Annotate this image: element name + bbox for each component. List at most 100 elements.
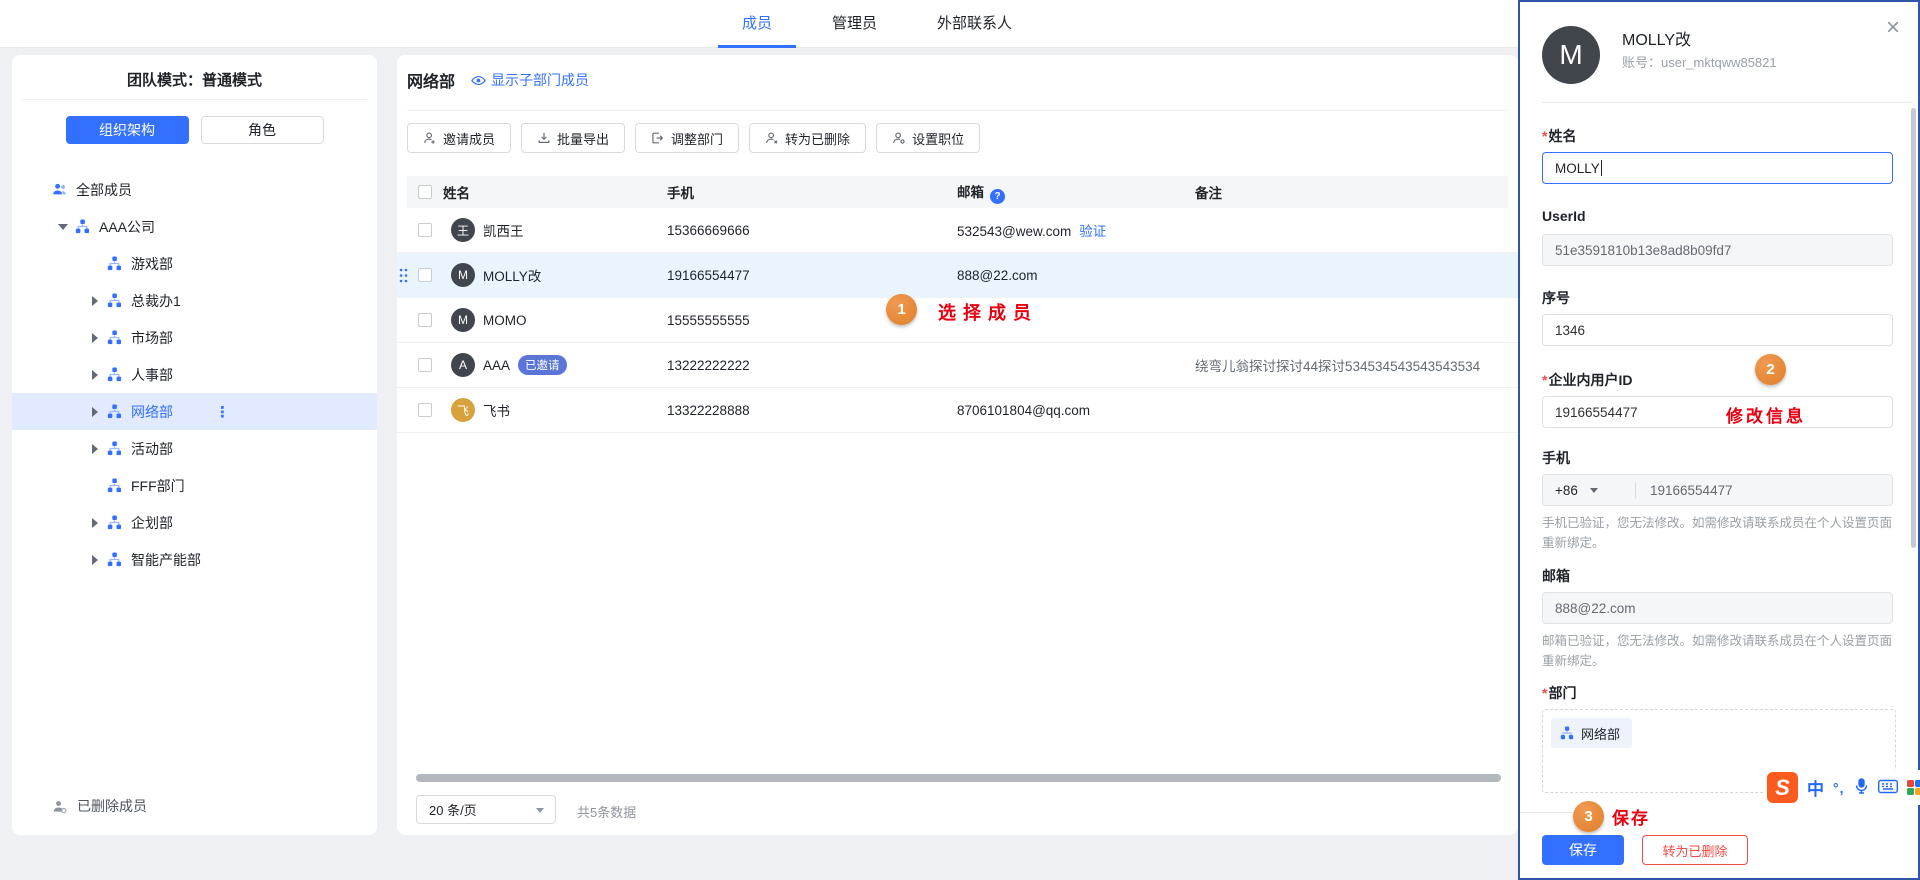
move-to-deleted-button[interactable]: 转为已删除 (749, 123, 866, 153)
table-row[interactable]: 飞 飞书 13322228888 8706101804@qq.com (397, 388, 1518, 433)
divider (1542, 102, 1913, 103)
sidebar-item-label: AAA公司 (99, 217, 155, 237)
close-icon[interactable]: × (1886, 16, 1900, 40)
page-size-select[interactable]: 20 条/页 (416, 795, 556, 824)
sidebar-item-aaa-company[interactable]: AAA公司 (12, 208, 377, 245)
adjust-department-button[interactable]: 调整部门 (635, 123, 739, 153)
org-structure-button[interactable]: 组织架构 (66, 116, 189, 144)
caret-right-icon[interactable] (88, 294, 102, 308)
caret-right-icon[interactable] (88, 368, 102, 382)
select-all-checkbox[interactable] (418, 185, 432, 199)
save-button[interactable]: 保存 (1542, 835, 1624, 865)
sidebar-item-label: 网络部 (131, 402, 173, 422)
sidebar-item-label: 游戏部 (131, 254, 173, 274)
table-row[interactable]: 王 凯西王 15366669666 532543@wew.com验证 (397, 208, 1518, 253)
avatar: A (451, 353, 475, 377)
country-code-select[interactable]: +86 (1555, 483, 1635, 498)
move-out-icon (651, 131, 665, 145)
caret-right-icon[interactable] (88, 405, 102, 419)
batch-export-button[interactable]: 批量导出 (521, 123, 625, 153)
sogou-ime-icon[interactable]: S (1767, 772, 1798, 803)
caret-right-icon[interactable] (88, 516, 102, 530)
ime-menu-grid-icon[interactable] (1907, 780, 1920, 795)
sidebar-item-game-dept[interactable]: 游戏部 (12, 245, 377, 282)
sidebar-item-market-dept[interactable]: 市场部 (12, 319, 377, 356)
seq-label: 序号 (1542, 288, 1893, 306)
sidebar-item-label: 总裁办1 (131, 291, 181, 311)
show-sub-label: 显示子部门成员 (491, 70, 589, 90)
more-actions-icon[interactable]: ⋮ (215, 403, 230, 421)
table-row[interactable]: A AAA 已邀请 13222222222 绕弯儿翁探讨探讨44探讨534534… (397, 343, 1518, 388)
tab-admins[interactable]: 管理员 (832, 0, 877, 48)
email-label: 邮箱 (1542, 566, 1893, 584)
department-icon (1560, 726, 1574, 740)
microphone-icon[interactable] (1854, 778, 1869, 797)
caret-spacer (88, 257, 102, 271)
step-2-label: 修改信息 (1726, 402, 1806, 427)
sidebar-item-activity-dept[interactable]: 活动部 (12, 430, 377, 467)
row-checkbox[interactable] (418, 313, 432, 327)
vertical-scrollbar[interactable] (1911, 108, 1916, 548)
sidebar-item-smart-capacity-dept[interactable]: 智能产能部 (12, 541, 377, 578)
row-checkbox[interactable] (418, 358, 432, 372)
sidebar-item-label: 市场部 (131, 328, 173, 348)
row-checkbox[interactable] (418, 268, 432, 282)
column-name: 姓名 (443, 182, 667, 202)
sidebar-item-label: 人事部 (131, 365, 173, 385)
field-seq: 序号 1346 (1542, 288, 1893, 346)
sidebar-item-president-office[interactable]: 总裁办1 (12, 282, 377, 319)
drag-handle-icon[interactable] (399, 268, 408, 286)
verify-link[interactable]: 验证 (1079, 224, 1106, 239)
table-row-selected[interactable]: M MOLLY改 19166554477 888@22.com (397, 253, 1518, 298)
department-icon (107, 515, 122, 530)
show-sub-department-toggle[interactable]: 显示子部门成员 (471, 70, 589, 90)
step-2-marker: 2 (1755, 354, 1786, 385)
sidebar-item-fff-dept[interactable]: FFF部门 (12, 467, 377, 504)
column-phone: 手机 (667, 182, 957, 202)
phone-label: 手机 (1542, 448, 1893, 466)
sidebar-item-planning-dept[interactable]: 企划部 (12, 504, 377, 541)
sidebar-item-network-dept[interactable]: 网络部 ⋮ (12, 393, 377, 430)
deleted-member-icon (52, 799, 67, 814)
caret-right-icon[interactable] (88, 331, 102, 345)
ime-punctuation-icon[interactable]: °, (1833, 780, 1845, 796)
set-position-button[interactable]: 设置职位 (876, 123, 980, 153)
member-phone: 13322228888 (667, 403, 957, 418)
tab-external-contacts[interactable]: 外部联系人 (937, 0, 1012, 48)
caret-down-icon[interactable] (56, 220, 70, 234)
ime-language-toggle[interactable]: 中 (1807, 775, 1824, 800)
enterprise-id-input[interactable]: 19166554477 (1542, 396, 1893, 428)
department-tag[interactable]: 网络部 (1551, 718, 1632, 748)
people-icon (52, 182, 67, 197)
keyboard-icon[interactable] (1878, 779, 1898, 797)
row-checkbox[interactable] (418, 403, 432, 417)
sidebar-item-hr-dept[interactable]: 人事部 (12, 356, 377, 393)
caret-right-icon[interactable] (88, 553, 102, 567)
phone-input: +86 19166554477 (1542, 474, 1893, 506)
invite-member-button[interactable]: 邀请成员 (407, 123, 511, 153)
caret-right-icon[interactable] (88, 442, 102, 456)
sidebar-item-deleted-members[interactable]: 已删除成员 (12, 791, 377, 821)
ime-toolbar: S 中 °, (1763, 770, 1920, 805)
move-to-deleted-button[interactable]: 转为已删除 (1642, 835, 1748, 865)
chevron-down-icon (1590, 488, 1598, 493)
member-email: 8706101804@qq.com (957, 403, 1195, 418)
email-input: 888@22.com (1542, 592, 1893, 624)
member-list-panel: 网络部 显示子部门成员 邀请成员 批量导出 调整部门 转为已删除 设置职位 (397, 55, 1518, 835)
email-helper-text: 邮箱已验证，您无法修改。如需修改请联系成员在个人设置页面重新绑定。 (1542, 631, 1898, 671)
member-name: MOMO (483, 313, 527, 328)
seq-input[interactable]: 1346 (1542, 314, 1893, 346)
sidebar-item-all-members[interactable]: 全部成员 (12, 171, 377, 208)
department-title: 网络部 (407, 68, 455, 92)
horizontal-scrollbar[interactable] (416, 774, 1501, 782)
tab-members[interactable]: 成员 (742, 0, 772, 48)
step-3-label: 保存 (1612, 804, 1650, 829)
avatar: 王 (451, 218, 475, 242)
org-sidebar: 团队模式：普通模式 组织架构 角色 全部成员 AAA公司 游戏部 (12, 55, 377, 835)
row-checkbox[interactable] (418, 223, 432, 237)
member-name: MOLLY改 (483, 265, 541, 285)
help-icon[interactable]: ? (990, 189, 1005, 204)
role-button[interactable]: 角色 (201, 116, 324, 144)
userid-input: 51e3591810b13e8ad8b09fd7 (1542, 234, 1893, 266)
name-input[interactable]: MOLLY (1542, 152, 1893, 184)
